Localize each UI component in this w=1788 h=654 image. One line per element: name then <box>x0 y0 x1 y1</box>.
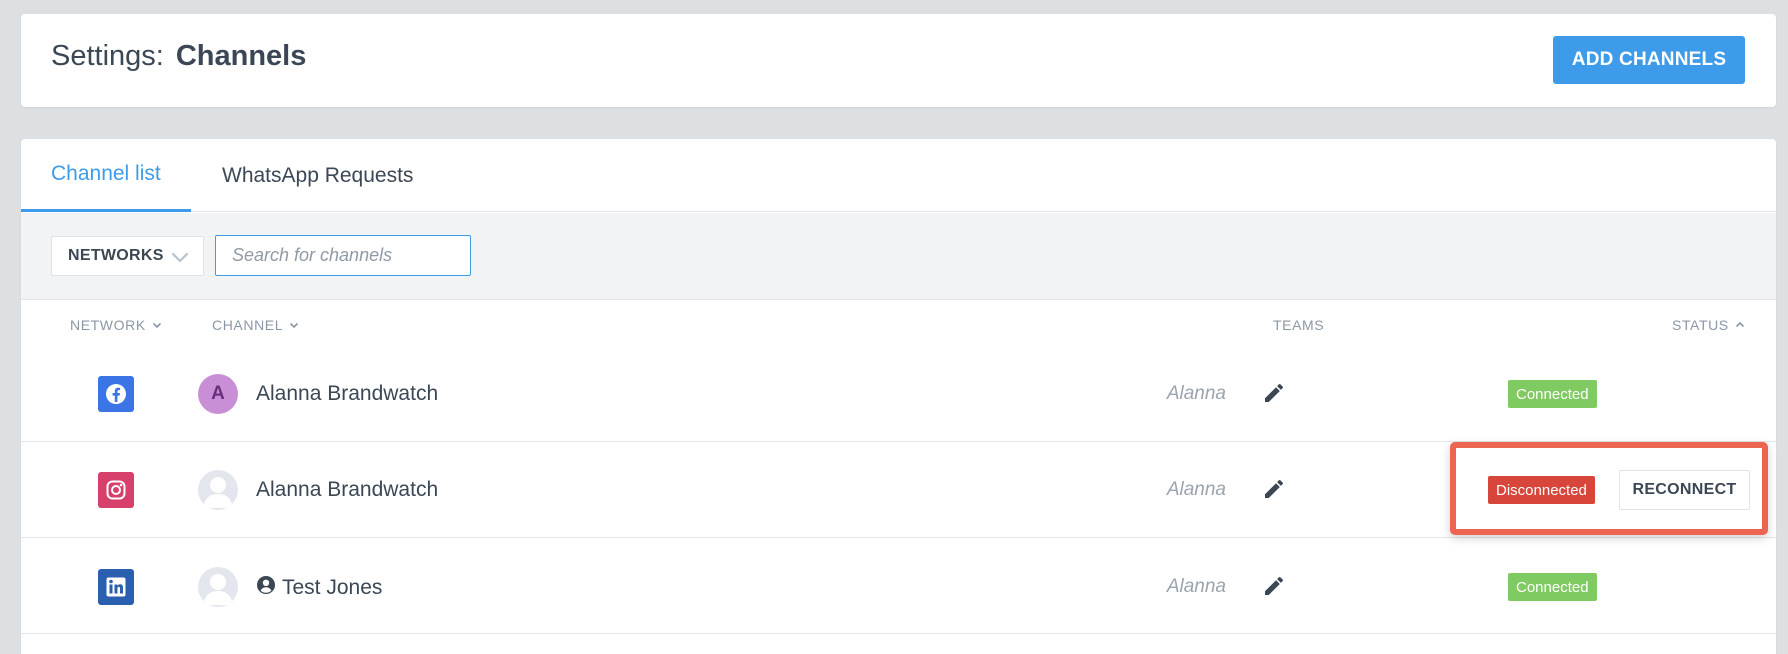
tab-bar: Channel list WhatsApp Requests <box>21 139 1776 212</box>
page-header: Settings: Channels ADD CHANNELS <box>21 14 1776 107</box>
column-header-network[interactable]: NETWORK <box>70 317 162 333</box>
column-header-status-label: STATUS <box>1672 317 1729 333</box>
avatar <box>198 567 238 607</box>
tab-channel-list[interactable]: Channel list <box>21 139 191 212</box>
column-header-teams-label: TEAMS <box>1273 317 1325 333</box>
pencil-icon[interactable] <box>1262 477 1286 506</box>
column-header-network-label: NETWORK <box>70 317 146 333</box>
status-badge: Connected <box>1508 573 1597 601</box>
status-badge: Connected <box>1508 380 1597 408</box>
team-name: Alanna <box>1166 576 1226 597</box>
table-row: A Alanna Brandwatch Alanna Connected <box>21 346 1776 442</box>
linkedin-icon <box>98 569 134 605</box>
channel-name: Alanna Brandwatch <box>256 382 439 405</box>
avatar <box>198 470 238 510</box>
instagram-icon <box>98 472 134 508</box>
chevron-down-icon <box>289 317 299 333</box>
status-badge: Disconnected <box>1488 476 1595 504</box>
reconnect-button[interactable]: RECONNECT <box>1619 470 1750 510</box>
channel-name: Alanna Brandwatch <box>256 478 439 501</box>
chevron-down-icon <box>152 317 162 333</box>
team-name: Alanna <box>1166 479 1226 500</box>
networks-dropdown[interactable]: NETWORKS <box>51 236 204 276</box>
add-channels-button[interactable]: ADD CHANNELS <box>1553 36 1745 84</box>
column-header-channel[interactable]: CHANNEL <box>212 317 299 333</box>
user-circle-icon <box>256 575 276 601</box>
channel-name: Test Jones <box>282 576 383 599</box>
page-title: Settings: Channels <box>51 40 306 73</box>
chevron-down-icon <box>171 248 189 271</box>
table-row: Alanna Brandwatch Alanna Disconnected RE… <box>21 442 1776 538</box>
avatar: A <box>198 374 238 414</box>
search-input[interactable] <box>215 235 471 276</box>
facebook-icon <box>98 376 134 412</box>
table-row: Test Jones Alanna Connected <box>21 538 1776 634</box>
tab-whatsapp-requests[interactable]: WhatsApp Requests <box>192 139 443 212</box>
column-header-teams: TEAMS <box>1273 317 1324 333</box>
pencil-icon[interactable] <box>1262 574 1286 603</box>
column-header-channel-label: CHANNEL <box>212 317 284 333</box>
channel-name-wrapper: Test Jones <box>256 575 382 601</box>
chevron-up-icon <box>1735 317 1745 333</box>
page-title-prefix: Settings: <box>51 40 164 72</box>
page-title-name: Channels <box>175 40 307 72</box>
networks-dropdown-label: NETWORKS <box>68 247 164 264</box>
channel-panel: Channel list WhatsApp Requests NETWORKS … <box>21 139 1776 654</box>
avatar-letter: A <box>211 383 225 404</box>
pencil-icon[interactable] <box>1262 381 1286 410</box>
team-name: Alanna <box>1166 383 1226 404</box>
filter-bar: NETWORKS <box>21 213 1776 300</box>
column-header-status[interactable]: STATUS <box>1672 317 1745 333</box>
